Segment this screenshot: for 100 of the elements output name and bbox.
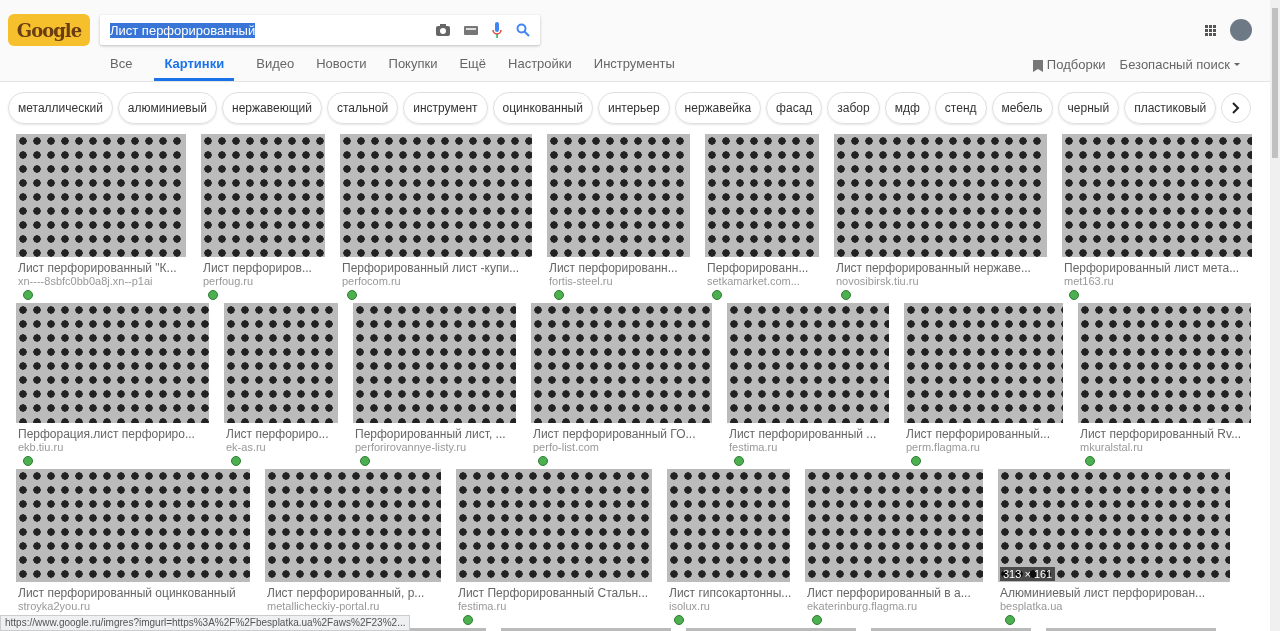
photo-placeholder[interactable] (340, 134, 532, 257)
nav-tab[interactable]: Новости (316, 56, 367, 81)
scrollbar[interactable] (1270, 0, 1280, 631)
nav-tab[interactable]: Видео (256, 56, 295, 81)
collections-link[interactable]: Подборки (1046, 57, 1106, 81)
bookmark-icon (1032, 60, 1043, 72)
nav-tab[interactable]: Ещё (459, 56, 487, 81)
result-site: ekb.tiu.ru (17, 441, 65, 453)
photo-placeholder[interactable] (531, 303, 712, 423)
result-site: perfoug.ru (202, 275, 255, 287)
photo-placeholder[interactable] (16, 134, 186, 257)
photo-placeholder[interactable] (547, 134, 690, 257)
product-dot-icon (812, 615, 822, 625)
product-dot-icon (1005, 615, 1015, 625)
photo-placeholder[interactable] (16, 303, 209, 423)
result-site: met163.ru (1063, 275, 1115, 287)
photo-placeholder[interactable] (1078, 303, 1251, 423)
search-text: Лист перфорированный (110, 22, 256, 38)
image-size-label: 313 × 161 (1000, 567, 1056, 581)
result-site: perfo-list.com (532, 441, 601, 453)
photo-placeholder[interactable] (265, 469, 441, 582)
product-dot-icon (23, 456, 33, 466)
result-title[interactable]: Перфорация.лист перфориро... (16, 427, 209, 441)
result-site: mkuralstal.ru (1079, 441, 1144, 453)
microphone-icon (492, 22, 502, 38)
result-site: setkamarket.com... (706, 275, 801, 287)
chevron-right-icon (1232, 102, 1241, 114)
product-dot-icon (360, 456, 370, 466)
result-title[interactable]: Лист перфорированный ГО... (531, 427, 712, 441)
result-title[interactable]: Лист гипсокартонны... (667, 586, 790, 600)
result-site: ek-as.ru (225, 441, 267, 453)
result-site: novosibirsk.tiu.ru (835, 275, 920, 287)
result-site: perfocom.ru (341, 275, 402, 287)
photo-placeholder[interactable] (727, 303, 889, 423)
photo-placeholder[interactable] (667, 469, 790, 582)
result-site: festima.ru (728, 441, 779, 453)
result-title[interactable]: Перфорированный лист -купи... (340, 261, 532, 275)
result-site: xn----8sbfc0bb0a8j.xn--p1ai (17, 275, 154, 287)
result-title[interactable]: Лист перфорированн... (547, 261, 690, 275)
photo-placeholder[interactable] (904, 303, 1063, 423)
result-title[interactable]: Лист перфорированный Rv... (1078, 427, 1251, 441)
logo: Google (8, 14, 90, 46)
result-site: isolux.ru (668, 600, 711, 612)
result-title[interactable]: Лист перфориров... (201, 261, 325, 275)
photo-placeholder[interactable] (224, 303, 338, 423)
result-title[interactable]: Лист перфорированный оцинкованный (16, 586, 250, 600)
result-title[interactable]: Перфорированный лист, ... (353, 427, 516, 441)
apps-grid-icon[interactable] (1205, 24, 1216, 36)
keyboard-icon (464, 25, 478, 35)
product-dot-icon (554, 290, 564, 300)
url-tooltip: https://www.google.ru/imgres?imgurl=https%3A%2F%2Fbesplatka.ua%2Faws%2F23%2... (0, 615, 411, 631)
result-site: festima.ru (457, 600, 508, 612)
safe-search-menu[interactable]: Безопасный поиск (1119, 57, 1240, 81)
product-dot-icon (208, 290, 218, 300)
result-title[interactable]: Лист Перфорированный Стальн... (456, 586, 652, 600)
photo-placeholder[interactable] (705, 134, 819, 257)
product-dot-icon (23, 290, 33, 300)
product-dot-icon (674, 615, 684, 625)
avatar[interactable] (1230, 19, 1252, 41)
result-title[interactable]: Лист перфорированный, р... (265, 586, 441, 600)
product-dot-icon (841, 290, 851, 300)
product-dot-icon (712, 290, 722, 300)
result-title[interactable]: Лист перфорированный в а... (805, 586, 983, 600)
nav-tab[interactable]: Все (110, 56, 133, 81)
result-title[interactable]: Лист перфорированный "К... (16, 261, 186, 275)
product-dot-icon (911, 456, 921, 466)
search-icon (516, 23, 530, 37)
photo-placeholder[interactable] (1062, 134, 1252, 257)
caret-icon (1234, 62, 1240, 67)
result-title[interactable]: Лист перфорированный ... (727, 427, 889, 441)
photo-placeholder[interactable] (805, 469, 983, 582)
result-title[interactable]: Лист перфорированный нержаве... (834, 261, 1047, 275)
nav-tab[interactable]: Инструменты (593, 56, 675, 81)
product-dot-icon (538, 456, 548, 466)
result-site: besplatka.ua (999, 600, 1064, 612)
photo-placeholder[interactable] (201, 134, 325, 257)
nav-tab[interactable]: Покупки (388, 56, 438, 81)
result-title[interactable]: Перфорированн... (705, 261, 819, 275)
photo-placeholder[interactable] (16, 469, 250, 582)
camera-icon (436, 24, 450, 36)
product-dot-icon (347, 290, 357, 300)
product-dot-icon (231, 456, 241, 466)
nav-tab[interactable]: Настройки (508, 56, 572, 81)
result-title[interactable]: Алюминиевый лист перфорирован... (998, 586, 1230, 600)
photo-placeholder[interactable] (353, 303, 516, 423)
product-dot-icon (734, 456, 744, 466)
product-dot-icon (1069, 290, 1079, 300)
photo-placeholder[interactable] (834, 134, 1047, 257)
result-title[interactable]: Лист перфориро... (224, 427, 338, 441)
result-site: fortis-steel.ru (548, 275, 614, 287)
search-field[interactable]: Лист перфорированный (100, 15, 540, 45)
next-button[interactable] (1221, 93, 1252, 123)
product-dot-icon (1085, 456, 1095, 466)
photo-placeholder[interactable] (456, 469, 652, 582)
result-title[interactable]: Лист перфорированный... (904, 427, 1063, 441)
photo-placeholder[interactable] (998, 469, 1230, 582)
result-title[interactable]: Перфорированный лист мета... (1062, 261, 1252, 275)
nav-tab[interactable]: Картинки (154, 56, 235, 81)
result-site: perforirovannye-listy.ru (354, 441, 468, 453)
result-site: stroyka2you.ru (17, 600, 92, 612)
